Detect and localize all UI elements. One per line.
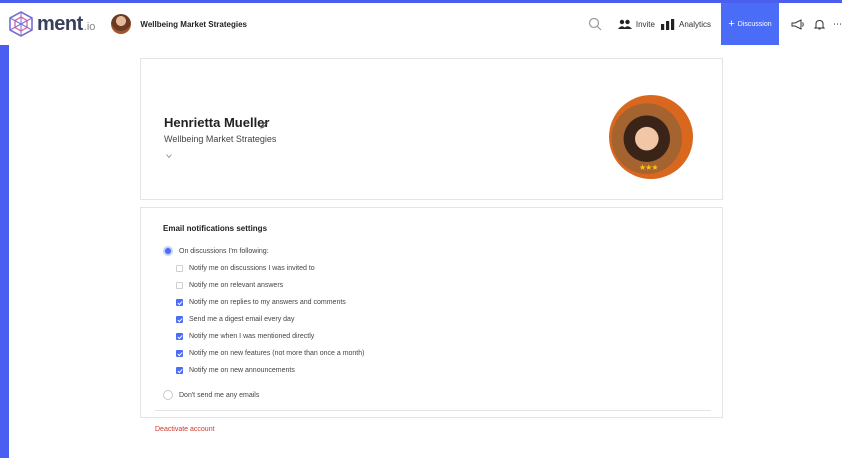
overflow-menu-icon[interactable]: ⋯ — [833, 19, 842, 30]
notifications-button[interactable] — [814, 19, 825, 30]
rating-stars: ★★★ — [639, 163, 658, 172]
checkbox-label: Notify me on new announcements — [189, 367, 295, 374]
bell-icon — [814, 19, 825, 29]
new-discussion-button[interactable]: + Discussion — [721, 3, 779, 45]
radio-following[interactable]: On discussions I'm following: — [163, 246, 269, 256]
analytics-button[interactable]: Analytics — [660, 18, 711, 30]
checkbox-checked-icon[interactable] — [176, 299, 183, 306]
logo[interactable]: ment .io — [8, 3, 95, 45]
logo-icon — [9, 11, 33, 37]
logo-text: ment — [37, 12, 83, 35]
checkbox-row[interactable]: Notify me on discussions I was invited t… — [176, 265, 315, 272]
user-organization: Wellbeing Market Strategies — [164, 134, 277, 144]
checkbox-label: Notify me on discussions I was invited t… — [189, 265, 315, 272]
discussion-label: Discussion — [737, 20, 772, 28]
checkbox-checked-icon[interactable] — [176, 350, 183, 357]
checkbox-row[interactable]: Send me a digest email every day — [176, 316, 294, 323]
top-navigation-bar: ment .io Wellbeing Market Strategies Inv… — [0, 3, 842, 45]
checkbox-checked-icon[interactable] — [176, 316, 183, 323]
radio-selected-icon[interactable] — [163, 246, 173, 256]
profile-card: Henrietta Mueller Wellbeing Market Strat… — [140, 58, 723, 200]
user-name: Henrietta Mueller — [164, 115, 270, 130]
checkbox-label: Notify me on relevant answers — [189, 282, 284, 289]
profile-photo[interactable]: ★★★ — [609, 95, 693, 179]
email-notifications-card: Email notifications settings On discussi… — [140, 207, 723, 418]
checkbox-unchecked-icon[interactable] — [176, 282, 183, 289]
invite-button[interactable]: Invite — [617, 19, 655, 29]
people-icon — [617, 19, 632, 29]
radio-no-emails[interactable]: Don't send me any emails — [163, 390, 259, 400]
plus-icon: + — [728, 18, 735, 30]
search-icon[interactable] — [588, 17, 602, 31]
org-avatar[interactable] — [111, 14, 132, 34]
checkbox-row[interactable]: Notify me on new announcements — [176, 367, 295, 374]
checkbox-row[interactable]: Notify me when I was mentioned directly — [176, 333, 314, 340]
announcements-button[interactable] — [791, 18, 805, 30]
checkbox-checked-icon[interactable] — [176, 367, 183, 374]
radio-unselected-icon[interactable] — [163, 390, 173, 400]
invite-label: Invite — [635, 19, 655, 29]
analytics-label: Analytics — [678, 19, 711, 29]
checkbox-checked-icon[interactable] — [176, 333, 183, 340]
pencil-icon[interactable] — [260, 121, 268, 129]
checkbox-label: Notify me on new features (not more than… — [189, 350, 365, 357]
checkbox-label: Send me a digest email every day — [189, 316, 295, 323]
checkbox-unchecked-icon[interactable] — [176, 265, 183, 272]
main-content: Henrietta Mueller Wellbeing Market Strat… — [9, 45, 842, 458]
logo-suffix: .io — [83, 20, 96, 33]
checkbox-label: Notify me when I was mentioned directly — [189, 333, 315, 340]
section-title: Email notifications settings — [163, 224, 268, 233]
deactivate-account-link[interactable]: Deactivate account — [155, 426, 215, 433]
bar-chart-icon — [660, 18, 675, 30]
checkbox-row[interactable]: Notify me on relevant answers — [176, 282, 283, 289]
org-name[interactable]: Wellbeing Market Strategies — [140, 20, 247, 29]
radio-label: Don't send me any emails — [179, 391, 260, 399]
radio-label: On discussions I'm following: — [179, 247, 269, 255]
chevron-down-icon[interactable] — [166, 153, 172, 159]
checkbox-row[interactable]: Notify me on replies to my answers and c… — [176, 299, 346, 306]
checkbox-row[interactable]: Notify me on new features (not more than… — [176, 350, 364, 357]
megaphone-icon — [791, 18, 804, 30]
checkbox-label: Notify me on replies to my answers and c… — [189, 299, 346, 306]
divider — [155, 410, 711, 411]
